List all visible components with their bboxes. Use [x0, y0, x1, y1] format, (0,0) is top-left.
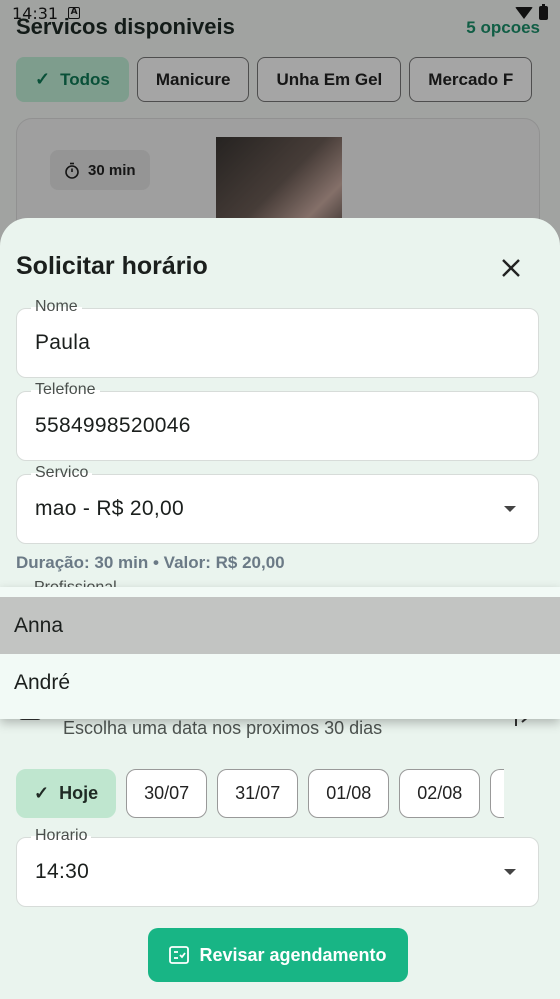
date-chip-label: Hoje [59, 783, 99, 803]
check-icon: ✓ [34, 783, 50, 803]
phone-value: 5584998520046 [35, 414, 191, 437]
dropdown-option-anna[interactable]: Anna [0, 597, 560, 654]
date-chip-hoje[interactable]: ✓ Hoje [16, 769, 117, 818]
review-booking-button[interactable]: Revisar agendamento [148, 928, 408, 982]
notification-icon: A [68, 7, 81, 19]
review-button-label: Revisar agendamento [199, 944, 387, 965]
date-chip-label: 02/08 [417, 783, 463, 803]
battery-icon [539, 4, 548, 20]
name-field[interactable]: Nome Paula [16, 298, 539, 378]
date-chip-31-07[interactable]: 31/07 [217, 769, 299, 818]
sheet-title: Solicitar horário [16, 252, 208, 280]
dropdown-option-andre[interactable]: André [0, 654, 560, 711]
status-time: 14:31 [12, 3, 59, 23]
date-chip-01-08[interactable]: 01/08 [308, 769, 390, 818]
date-chip-label: 30/07 [144, 783, 190, 803]
time-value: 14:30 [35, 860, 90, 883]
status-bar: 14:31 A [0, 0, 560, 26]
close-icon [502, 259, 520, 277]
date-hint: Escolha uma data nos proximos 30 dias [63, 718, 383, 738]
date-chip-30-07[interactable]: 30/07 [126, 769, 208, 818]
date-chip-02-08[interactable]: 02/08 [399, 769, 481, 818]
dropdown-arrow-icon [504, 869, 516, 875]
name-label: Nome [31, 298, 82, 316]
professional-dropdown-menu: Anna André [0, 587, 560, 719]
dropdown-option-label: Anna [14, 613, 64, 637]
name-value: Paula [35, 331, 91, 354]
service-label: Servico [31, 464, 93, 482]
close-button[interactable] [494, 251, 528, 285]
date-chip-label: 01/08 [326, 783, 372, 803]
date-chip-next[interactable] [490, 769, 505, 818]
date-chip-row: ✓ Hoje 30/07 31/07 01/08 02/08 [16, 769, 505, 818]
review-icon [169, 946, 190, 964]
phone-field[interactable]: Telefone 5584998520046 [16, 381, 539, 461]
service-value: mao - R$ 20,00 [35, 497, 184, 520]
dropdown-arrow-icon [504, 506, 516, 512]
wifi-icon [515, 7, 533, 19]
dropdown-option-label: André [14, 670, 71, 694]
time-select[interactable]: Horario 14:30 [16, 827, 539, 907]
date-chip-label: 31/07 [235, 783, 281, 803]
service-select[interactable]: Servico mao - R$ 20,00 [16, 464, 539, 544]
phone-label: Telefone [31, 381, 100, 399]
service-info: Duração: 30 min • Valor: R$ 20,00 [16, 553, 285, 572]
time-label: Horario [31, 827, 92, 845]
